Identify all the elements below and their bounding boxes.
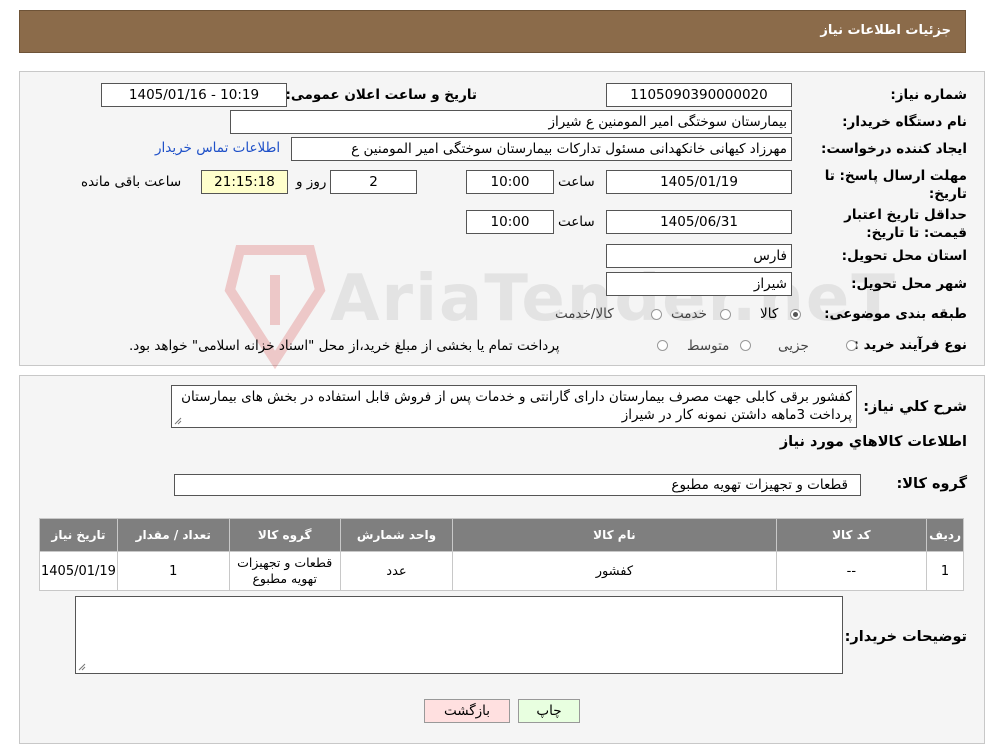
cell-code: -- — [775, 551, 928, 591]
validity-time-label: ساعت — [558, 214, 595, 230]
resize-handle-icon[interactable] — [78, 663, 86, 671]
remaining-time-field: 21:15:18 — [201, 170, 288, 194]
process-radio-medium[interactable] — [740, 340, 751, 351]
print-button[interactable]: چاپ — [518, 699, 580, 723]
days-field: 2 — [330, 170, 417, 194]
need-number-label: شماره نیاز: — [890, 87, 967, 103]
cell-name: کفشور — [452, 551, 777, 591]
deadline-date-field: 1405/01/19 — [606, 170, 792, 194]
back-button[interactable]: بازگشت — [424, 699, 510, 723]
city-field: شیراز — [606, 272, 792, 296]
goods-table-header: ردیف کد کالا نام کالا واحد شمارش گروه کا… — [39, 518, 964, 552]
col-date: تاریخ نیاز — [39, 518, 118, 552]
deadline-label: مهلت ارسال پاسخ: تا تاریخ: — [824, 168, 967, 202]
description-text: کفشور برقی کابلی جهت مصرف بیمارستان دارا… — [181, 389, 852, 423]
description-textarea[interactable]: کفشور برقی کابلی جهت مصرف بیمارستان دارا… — [171, 385, 857, 428]
deadline-time-label: ساعت — [558, 174, 595, 190]
remaining-label: ساعت باقی مانده — [81, 174, 182, 190]
buyer-org-field: بیمارستان سوختگی امیر المومنین ع شیراز — [230, 110, 792, 134]
buyer-contact-link[interactable]: اطلاعات تماس خریدار — [155, 140, 280, 156]
page-header: جزئیات اطلاعات نیاز — [19, 10, 966, 53]
category-radio-service[interactable] — [720, 309, 731, 320]
cell-group: قطعات و تجهیزات تهویه مطبوع — [228, 551, 341, 591]
col-code: کد کالا — [775, 518, 928, 552]
resize-handle-icon[interactable] — [174, 417, 182, 425]
category-radio-goods[interactable] — [790, 309, 801, 320]
validity-label: حداقل تاریخ اعتبار قیمت: تا تاریخ: — [844, 207, 967, 241]
table-row: 1 -- کفشور عدد قطعات و تجهیزات تهویه مطب… — [39, 551, 964, 591]
need-number-field: 1105090390000020 — [606, 83, 792, 107]
goods-table: ردیف کد کالا نام کالا واحد شمارش گروه کا… — [39, 518, 964, 591]
validity-date-field: 1405/06/31 — [606, 210, 792, 234]
buyer-notes-textarea[interactable] — [75, 596, 843, 674]
col-row: ردیف — [926, 518, 964, 552]
process-label: نوع فرآیند خرید : — [853, 337, 968, 353]
province-label: استان محل تحویل: — [841, 248, 967, 264]
col-group: گروه کالا — [228, 518, 341, 552]
category-label: طبقه بندی موضوعی: — [824, 306, 967, 322]
category-option-goods: کالا — [760, 306, 779, 322]
goods-group-label: گروه کالا: — [896, 476, 967, 492]
goods-group-field: قطعات و تجهیزات تهویه مطبوع — [174, 474, 861, 496]
announce-field: 1405/01/16 - 10:19 — [101, 83, 287, 107]
deadline-time-field: 10:00 — [466, 170, 554, 194]
cell-date: 1405/01/19 — [39, 551, 118, 591]
cell-unit: عدد — [339, 551, 454, 591]
page-title: جزئیات اطلاعات نیاز — [820, 23, 951, 38]
process-note: پرداخت تمام یا بخشی از مبلغ خرید،از محل … — [129, 338, 560, 354]
creator-label: ایجاد کننده درخواست: — [821, 141, 967, 157]
process-option-medium: متوسط — [687, 338, 730, 354]
category-option-both: کالا/خدمت — [555, 306, 614, 322]
province-field: فارس — [606, 244, 792, 268]
buyer-notes-label: توضیحات خریدار: — [844, 629, 967, 645]
category-option-service: خدمت — [671, 306, 707, 322]
category-radio-both[interactable] — [651, 309, 662, 320]
cell-qty: 1 — [116, 551, 230, 591]
buyer-org-label: نام دستگاه خریدار: — [842, 114, 967, 130]
description-label: شرح کلي نياز: — [863, 399, 967, 415]
validity-time-field: 10:00 — [466, 210, 554, 234]
process-radio-minor[interactable] — [846, 340, 857, 351]
process-option-minor: جزیی — [778, 338, 809, 354]
col-qty: تعداد / مقدار — [116, 518, 230, 552]
city-label: شهر محل تحویل: — [851, 276, 967, 292]
cell-row: 1 — [926, 551, 964, 591]
process-radio-treasury[interactable] — [657, 340, 668, 351]
creator-field: مهرزاد کیهانی خانکهدانی مسئول تدارکات بی… — [291, 137, 792, 161]
col-name: نام کالا — [452, 518, 777, 552]
announce-label: تاریخ و ساعت اعلان عمومی: — [285, 87, 477, 103]
days-label: روز و — [296, 174, 327, 190]
goods-section-title: اطلاعات کالاهاي مورد نياز — [779, 434, 967, 450]
col-unit: واحد شمارش — [339, 518, 454, 552]
